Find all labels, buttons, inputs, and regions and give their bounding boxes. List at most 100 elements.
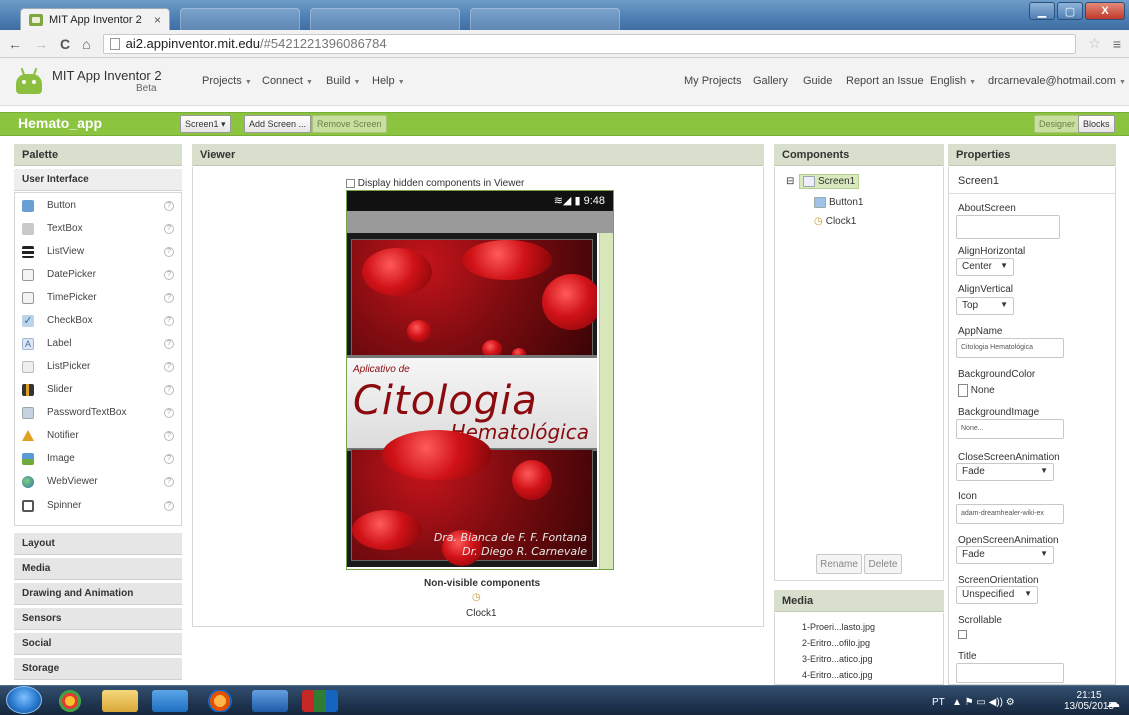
maximize-button[interactable]: ▢ [1057, 2, 1083, 20]
help-icon[interactable]: ? [164, 453, 174, 464]
help-icon[interactable]: ? [164, 384, 174, 395]
help-icon[interactable]: ? [164, 269, 174, 280]
tree-node-button1[interactable]: Button1 [814, 197, 863, 208]
browser-tab-blurred[interactable] [180, 8, 300, 30]
palette-category-sensors[interactable]: Sensors [14, 608, 182, 630]
palette-item-spinner[interactable]: Spinner? [14, 494, 182, 517]
windows-start-icon[interactable] [6, 686, 42, 714]
scrollable-checkbox[interactable] [958, 630, 967, 639]
display-hidden-checkbox[interactable] [346, 178, 355, 188]
designer-button[interactable]: Designer [1034, 115, 1081, 133]
browser-tab-blurred[interactable] [310, 8, 460, 30]
menu-language[interactable]: English ▼ [930, 75, 976, 87]
close-window-button[interactable]: X [1085, 2, 1125, 20]
help-icon[interactable]: ? [164, 338, 174, 349]
back-arrow-icon[interactable]: ← [8, 36, 22, 52]
media-file[interactable]: 3-Eritro...atico.jpg [802, 654, 873, 664]
menu-connect[interactable]: Connect ▼ [262, 75, 313, 87]
word-icon[interactable] [252, 690, 288, 712]
blocks-button[interactable]: Blocks [1078, 115, 1115, 133]
palette-item-webviewer[interactable]: WebViewer? [14, 470, 182, 493]
brand-title[interactable]: MIT App Inventor 2 [52, 68, 162, 83]
palette-item-listview[interactable]: ListView? [14, 240, 182, 263]
media-file[interactable]: 1-Proeri...lasto.jpg [802, 622, 875, 632]
help-icon[interactable]: ? [164, 476, 174, 487]
browser-tab-app-inventor[interactable]: MIT App Inventor 2 × [20, 8, 170, 30]
palette-category-media[interactable]: Media [14, 558, 182, 580]
tree-node-clock1[interactable]: ◷ Clock1 [814, 216, 856, 227]
align-horizontal-select[interactable]: Center ▼ [956, 258, 1014, 276]
clock-icon[interactable]: ◷ [472, 592, 481, 603]
palette-category-storage[interactable]: Storage [14, 658, 182, 680]
menu-account[interactable]: drcarnevale@hotmail.com ▼ [988, 75, 1126, 87]
browser-menu-icon[interactable]: ≡ [1113, 36, 1121, 52]
media-file[interactable]: 4-Eritro...atico.jpg [802, 670, 873, 680]
link-gallery[interactable]: Gallery [753, 75, 788, 87]
phone-scrollbar[interactable] [599, 233, 613, 569]
help-icon[interactable]: ? [164, 223, 174, 234]
palette-item-listpicker[interactable]: ListPicker? [14, 355, 182, 378]
help-icon[interactable]: ? [164, 407, 174, 418]
menu-help[interactable]: Help ▼ [372, 75, 405, 87]
palette-item-textbox[interactable]: TextBox? [14, 217, 182, 240]
open-animation-select[interactable]: Fade ▼ [956, 546, 1054, 564]
media-player-icon[interactable] [152, 690, 188, 712]
firefox-icon[interactable] [202, 690, 238, 712]
screen-background-image[interactable]: Aplicativo de Citologia Hematológica Dra… [347, 233, 597, 567]
link-guide[interactable]: Guide [803, 75, 832, 87]
palette-item-notifier[interactable]: Notifier? [14, 424, 182, 447]
background-image-picker[interactable]: None... [956, 419, 1064, 439]
align-vertical-select[interactable]: Top ▼ [956, 297, 1014, 315]
palette-category-social[interactable]: Social [14, 633, 182, 655]
bookmark-star-icon[interactable]: ☆ [1088, 35, 1101, 52]
menu-projects[interactable]: Projects ▼ [202, 75, 252, 87]
file-explorer-icon[interactable] [102, 690, 138, 712]
add-screen-button[interactable]: Add Screen ... [244, 115, 312, 133]
remove-screen-button[interactable]: Remove Screen [312, 115, 387, 133]
reload-icon[interactable]: C [60, 36, 70, 52]
non-visible-clock1[interactable]: Clock1 [466, 608, 497, 619]
tree-collapse-icon[interactable]: ⊟ [786, 176, 794, 187]
palette-category-layout[interactable]: Layout [14, 533, 182, 555]
about-screen-textarea[interactable] [956, 215, 1060, 239]
tray-icons[interactable]: ▲ ⚑ ▭ ◀)) ⚙ [952, 697, 1015, 708]
palette-item-passwordtextbox[interactable]: PasswordTextBox? [14, 401, 182, 424]
input-language[interactable]: PT [932, 697, 945, 708]
palette-item-slider[interactable]: Slider? [14, 378, 182, 401]
media-file[interactable]: 2-Eritro...ofilo.jpg [802, 638, 870, 648]
palette-item-label[interactable]: A Label? [14, 332, 182, 355]
tab-close-icon[interactable]: × [154, 13, 161, 27]
link-my-projects[interactable]: My Projects [684, 75, 741, 87]
display-hidden-toggle[interactable]: Display hidden components in Viewer [346, 178, 524, 189]
minimize-button[interactable]: ▁ [1029, 2, 1055, 20]
url-input[interactable]: ai2.appinventor.mit.edu /#54212213960867… [102, 33, 1077, 54]
close-animation-select[interactable]: Fade ▼ [956, 463, 1054, 481]
tree-node-screen1[interactable]: Screen1 [799, 174, 860, 189]
link-report-issue[interactable]: Report an Issue [846, 75, 924, 87]
help-icon[interactable]: ? [164, 246, 174, 257]
help-icon[interactable]: ? [164, 292, 174, 303]
home-icon[interactable]: ⌂ [82, 36, 90, 52]
menu-build[interactable]: Build ▼ [326, 75, 360, 87]
help-icon[interactable]: ? [164, 361, 174, 372]
background-color-picker[interactable]: None [958, 384, 995, 397]
palette-item-datepicker[interactable]: DatePicker? [14, 263, 182, 286]
forward-arrow-icon[interactable]: → [34, 36, 48, 52]
app-name-input[interactable]: Citologia Hematológica [956, 338, 1064, 358]
screen-select-button[interactable]: Screen1 ▾ [180, 115, 231, 133]
weather-icon[interactable]: ☁ [1106, 694, 1120, 711]
help-icon[interactable]: ? [164, 200, 174, 211]
palette-item-button[interactable]: Button? [14, 194, 182, 217]
help-icon[interactable]: ? [164, 500, 174, 511]
palette-item-timepicker[interactable]: TimePicker? [14, 286, 182, 309]
palette-item-checkbox[interactable]: ✓ CheckBox? [14, 309, 182, 332]
help-icon[interactable]: ? [164, 315, 174, 326]
delete-button[interactable]: Delete [864, 554, 902, 574]
rename-button[interactable]: Rename [816, 554, 862, 574]
app-inventor-logo-icon[interactable] [12, 66, 46, 100]
browser-tab-blurred[interactable] [470, 8, 620, 30]
screen-orientation-select[interactable]: Unspecified ▼ [956, 586, 1038, 604]
title-input[interactable] [956, 663, 1064, 683]
palette-category-user-interface[interactable]: User Interface [14, 169, 182, 191]
help-icon[interactable]: ? [164, 430, 174, 441]
